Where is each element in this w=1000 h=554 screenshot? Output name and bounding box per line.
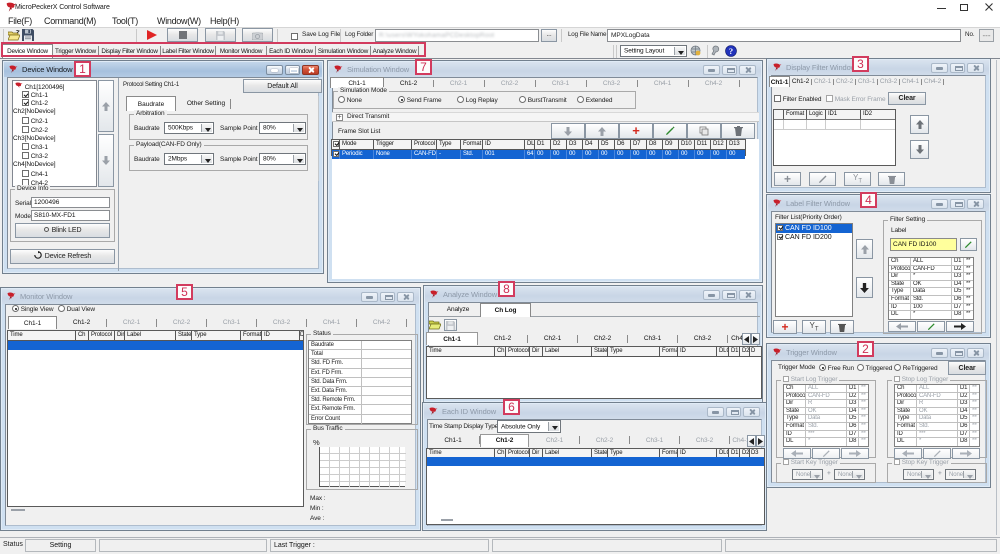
svg-text:?: ? [729,46,733,56]
